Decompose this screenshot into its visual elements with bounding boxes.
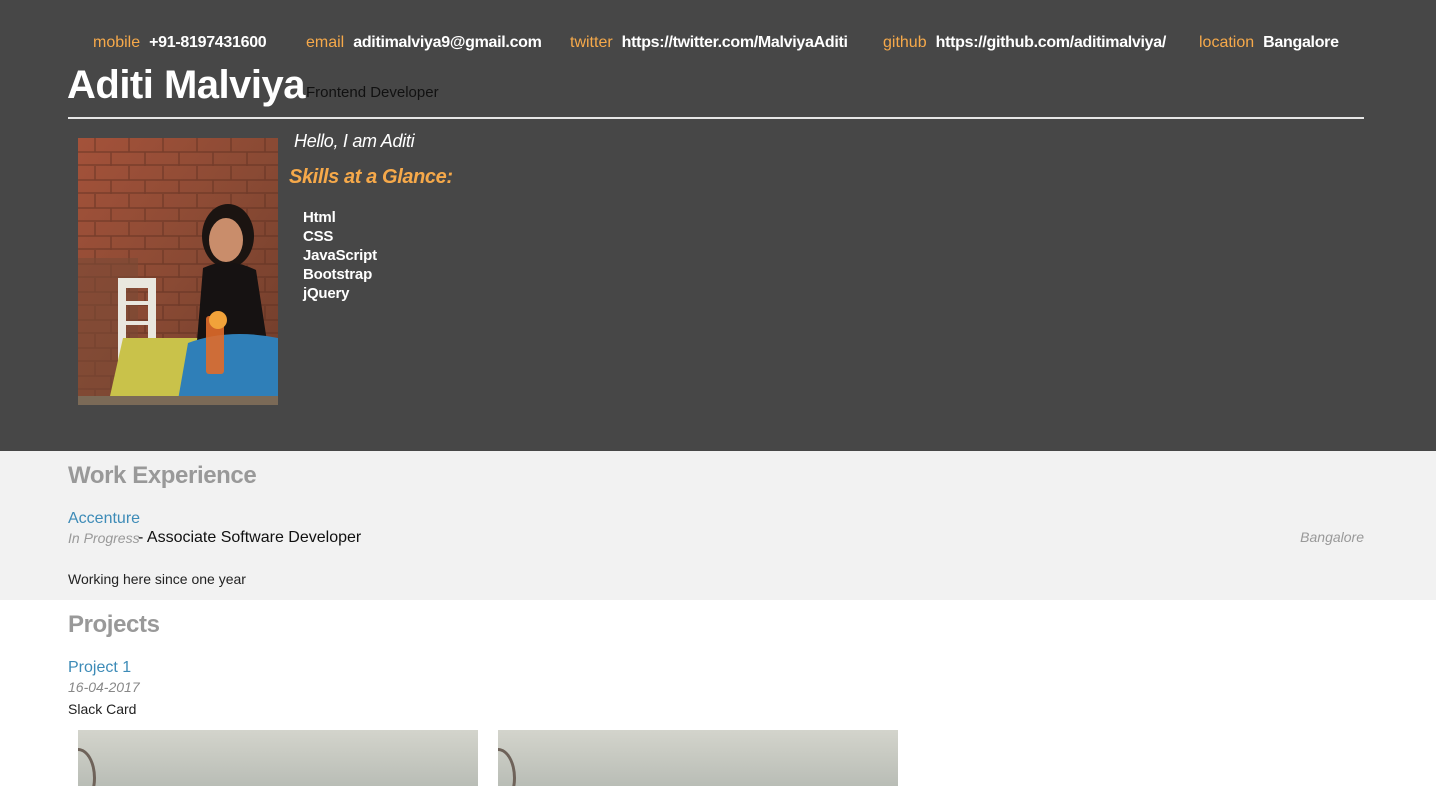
header-divider (68, 117, 1364, 119)
work-experience-title: Work Experience (68, 462, 257, 489)
contact-value[interactable]: aditimalviya9@gmail.com (353, 34, 542, 51)
job-status: In Progress (68, 530, 140, 546)
skill-item: Bootstrap (303, 266, 373, 283)
profile-name: Aditi Malviya (67, 63, 306, 107)
projects-title: Projects (68, 611, 160, 638)
project-date: 16-04-2017 (68, 679, 140, 695)
skill-item: jQuery (303, 285, 350, 302)
contact-label: twitter (570, 34, 613, 51)
contact-label: github (883, 34, 927, 51)
skill-item: Html (303, 209, 336, 226)
contact-value[interactable]: +91-8197431600 (149, 34, 267, 51)
company-link[interactable]: Accenture (68, 510, 140, 528)
screenshot-detail (498, 748, 516, 786)
job-description: Working here since one year (68, 571, 246, 587)
skill-item: CSS (303, 228, 334, 245)
header-section: mobile +91-8197431600 email aditimalviya9@… (0, 0, 1436, 451)
contact-value[interactable]: https://twitter.com/MalviyaAditi (622, 34, 848, 51)
work-experience-section: Work Experience Accenture In Progress - … (0, 451, 1436, 600)
job-title: - Associate Software Developer (138, 529, 362, 546)
contact-email: email aditimalviya9@gmail.com (306, 33, 542, 53)
project-screenshot[interactable] (78, 730, 478, 786)
contact-github: github https://github.com/aditimalviya/ (883, 33, 1166, 53)
skill-item: JavaScript (303, 247, 377, 264)
contact-label: location (1199, 34, 1255, 51)
project-description: Slack Card (68, 701, 137, 717)
project-link[interactable]: Project 1 (68, 659, 131, 677)
skills-list: Html CSS JavaScript Bootstrap jQuery (303, 208, 377, 303)
skills-heading: Skills at a Glance: (289, 166, 453, 188)
screenshot-detail (78, 748, 96, 786)
contact-label: mobile (93, 34, 141, 51)
contact-bar: mobile +91-8197431600 email aditimalviya9@… (0, 33, 1436, 53)
project-screenshot[interactable] (498, 730, 898, 786)
contact-label: email (306, 34, 345, 51)
job-location: Bangalore (1300, 529, 1364, 545)
contact-location: location Bangalore (1199, 33, 1339, 53)
contact-value[interactable]: https://github.com/aditimalviya/ (936, 34, 1167, 51)
contact-mobile: mobile +91-8197431600 (93, 33, 267, 53)
projects-section: Projects Project 1 16-04-2017 Slack Card (0, 600, 1436, 786)
greeting-text: Hello, I am Aditi (294, 131, 415, 151)
profile-role: Frontend Developer (306, 84, 439, 101)
contact-value: Bangalore (1263, 34, 1339, 51)
profile-photo (78, 138, 278, 405)
contact-twitter: twitter https://twitter.com/MalviyaAditi (570, 33, 848, 53)
